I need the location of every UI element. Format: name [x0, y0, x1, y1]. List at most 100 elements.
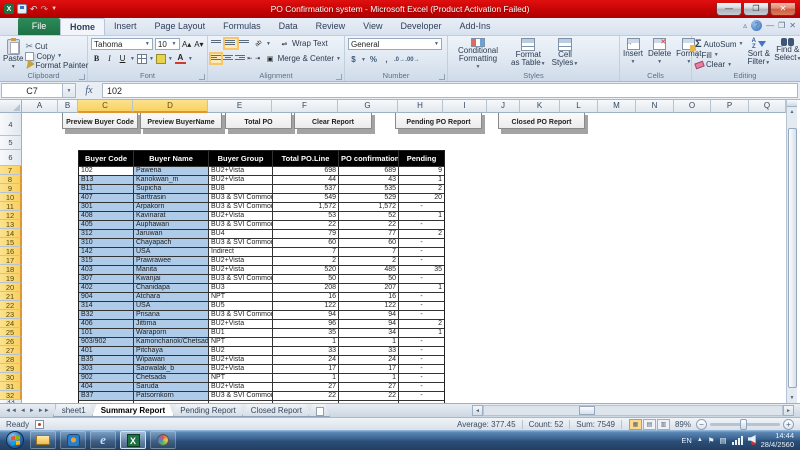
bold-button[interactable]: B [91, 53, 102, 64]
accounting-format-icon[interactable]: $ [348, 54, 359, 65]
align-center-icon[interactable] [223, 54, 233, 63]
zoom-level[interactable]: 89% [675, 420, 691, 429]
table-cell[interactable]: NPT [209, 293, 273, 302]
row-header-4[interactable]: 4 [0, 113, 22, 136]
tab-add-ins[interactable]: Add-Ins [451, 18, 500, 35]
vertical-scrollbar[interactable]: ▲ ▼ [786, 100, 797, 403]
row-header-15[interactable]: 15 [0, 238, 22, 247]
table-cell[interactable]: BU2+Vista [209, 356, 273, 365]
table-cell[interactable]: BU3 & SVI Common [209, 239, 273, 248]
table-cell[interactable]: Chetsada [134, 374, 209, 383]
table-cell[interactable]: 34 [339, 329, 399, 338]
redo-icon[interactable]: ↷ [41, 4, 49, 15]
table-cell[interactable]: - [399, 374, 444, 383]
row-header-21[interactable]: 21 [0, 292, 22, 301]
tab-file[interactable]: File [18, 18, 60, 35]
table-cell[interactable]: 549 [273, 194, 339, 203]
table-cell[interactable]: BU2+Vista [209, 320, 273, 329]
alignment-dialog-launcher[interactable] [336, 74, 342, 80]
first-sheet-icon[interactable]: ◄◄ [5, 408, 17, 414]
table-cell[interactable]: 50 [339, 275, 399, 284]
page-break-view-button[interactable]: ▥ [657, 419, 670, 430]
table-cell[interactable]: NPT [209, 374, 273, 383]
tab-data[interactable]: Data [270, 18, 307, 35]
column-header-O[interactable]: O [674, 100, 711, 113]
comma-style-icon[interactable]: , [381, 54, 392, 65]
font-name-combo[interactable]: Tahoma▼ [91, 38, 153, 50]
column-header-J[interactable]: J [487, 100, 520, 113]
table-cell[interactable]: 406 [79, 320, 134, 329]
insert-cells-button[interactable]: Insert▼ [623, 38, 643, 71]
row-header-17[interactable]: 17 [0, 256, 22, 265]
table-cell[interactable]: 16 [339, 293, 399, 302]
table-header-cell[interactable]: Buyer Code [79, 151, 134, 167]
table-cell[interactable]: Patsornkorn [134, 392, 209, 401]
table-cell[interactable]: 35 [399, 266, 444, 275]
table-cell[interactable]: 24 [339, 356, 399, 365]
row-header-6[interactable]: 6 [0, 150, 22, 166]
table-cell[interactable]: 43 [339, 176, 399, 185]
table-cell[interactable]: 122 [273, 302, 339, 311]
sheet-tab-summary-report[interactable]: Summary Report [92, 404, 174, 417]
table-cell[interactable]: Indirect [209, 248, 273, 257]
table-cell[interactable]: 52 [339, 212, 399, 221]
table-cell[interactable]: Pawena [134, 167, 209, 176]
table-cell[interactable]: Jittima [134, 320, 209, 329]
total-po-button[interactable]: Total PO [225, 113, 292, 129]
table-cell[interactable]: 17 [273, 365, 339, 374]
table-header-cell[interactable]: PO confirmation [339, 151, 399, 167]
row-header-25[interactable]: 25 [0, 328, 22, 337]
table-cell[interactable]: B11 [79, 185, 134, 194]
closed-po-report-button[interactable]: Closed PO Report [498, 113, 585, 129]
table-cell[interactable]: - [399, 203, 444, 212]
table-cell[interactable]: - [399, 347, 444, 356]
table-cell[interactable]: BU4 [209, 230, 273, 239]
row-header-30[interactable]: 30 [0, 373, 22, 382]
table-cell[interactable]: 7 [339, 248, 399, 257]
vertical-split-handle[interactable] [787, 100, 797, 107]
table-cell[interactable]: 2 [399, 320, 444, 329]
sheet-tab-sheet1[interactable]: sheet1 [53, 404, 95, 417]
formula-input[interactable]: 102 [102, 83, 798, 98]
table-cell[interactable]: - [399, 302, 444, 311]
clock[interactable]: 14:44 28/4/2560 [761, 431, 794, 449]
table-cell[interactable]: 1 [273, 374, 339, 383]
table-cell[interactable]: Pitchaya [134, 347, 209, 356]
close-button[interactable]: ✕ [770, 3, 796, 16]
scroll-right-icon[interactable]: ► [783, 405, 794, 416]
qat-dropdown-icon[interactable]: ▼ [51, 6, 57, 12]
borders-icon[interactable] [137, 54, 147, 64]
align-top-icon[interactable] [211, 39, 223, 48]
row-header-18[interactable]: 18 [0, 265, 22, 274]
row-header-11[interactable]: 11 [0, 202, 22, 211]
table-cell[interactable]: - [399, 392, 444, 401]
preview-buyer-code-button[interactable]: Preview Buyer Code [62, 113, 138, 129]
table-cell[interactable]: BU2+Vista [209, 212, 273, 221]
align-right-icon[interactable] [235, 54, 245, 63]
table-cell[interactable]: 122 [339, 302, 399, 311]
table-cell[interactable]: - [399, 248, 444, 257]
table-cell[interactable]: 44 [273, 176, 339, 185]
table-cell[interactable]: Kanokwan_m [134, 176, 209, 185]
table-cell[interactable]: 404 [79, 383, 134, 392]
table-cell[interactable]: 520 [273, 266, 339, 275]
column-header-C[interactable]: C [78, 100, 133, 113]
table-cell[interactable]: BU3 & SVI Common [209, 194, 273, 203]
table-cell[interactable]: 301 [79, 203, 134, 212]
table-cell[interactable]: 94 [339, 320, 399, 329]
tab-insert[interactable]: Insert [105, 18, 146, 35]
fill-color-icon[interactable] [156, 54, 166, 64]
tab-developer[interactable]: Developer [391, 18, 450, 35]
column-header-F[interactable]: F [272, 100, 338, 113]
clear-report-button[interactable]: Clear Report [294, 113, 372, 129]
percent-style-icon[interactable]: % [368, 54, 379, 65]
table-header-cell[interactable]: Buyer Group [209, 151, 273, 167]
table-cell[interactable]: 1 [273, 338, 339, 347]
table-cell[interactable]: 535 [339, 185, 399, 194]
font-size-combo[interactable]: 10▼ [155, 38, 180, 50]
table-cell[interactable]: 102 [79, 167, 134, 176]
find-select-button[interactable]: Find &Select▼ [774, 38, 800, 71]
row-header-19[interactable]: 19 [0, 274, 22, 283]
taskbar-media-player-button[interactable] [60, 431, 86, 449]
align-bottom-icon[interactable] [239, 39, 251, 48]
